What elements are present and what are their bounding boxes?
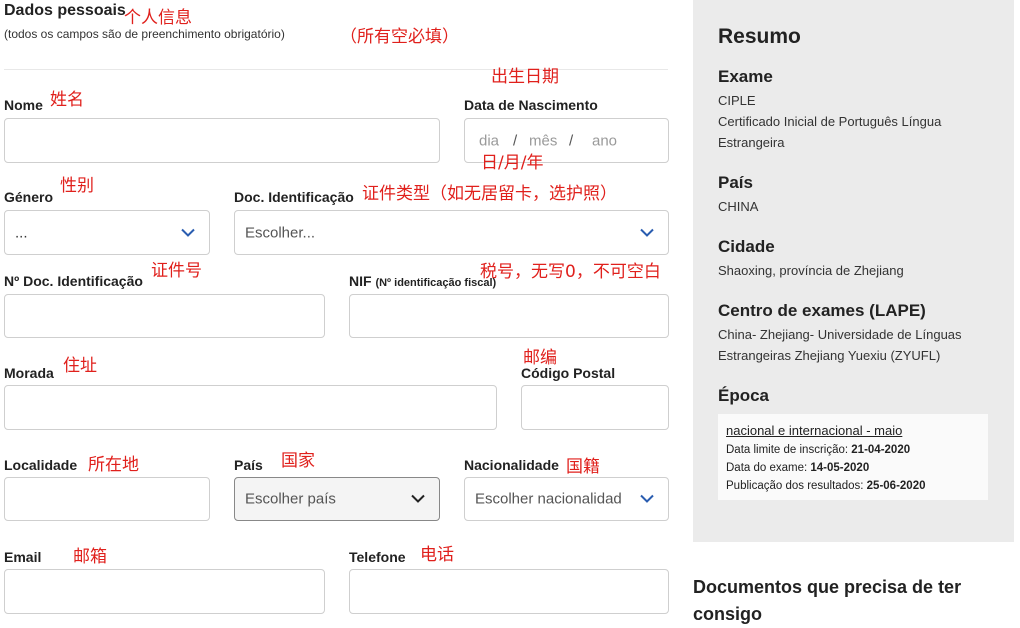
annotation-pais: 国家 — [281, 451, 315, 471]
nacionalidade-label: Nacionalidade — [464, 457, 559, 473]
nif-label: NIF (Nº identificação fiscal) — [349, 273, 497, 289]
annotation-nacionalidade: 国籍 — [566, 457, 600, 477]
genero-label: Género — [4, 189, 54, 205]
annotation-email: 邮箱 — [73, 547, 107, 567]
epoca-link[interactable]: nacional e internacional - maio — [726, 423, 902, 438]
exame-name-line2: Estrangeira — [718, 135, 785, 150]
annotation-morada: 住址 — [63, 356, 97, 376]
annotation-doc: 证件类型（如无居留卡，选护照） — [362, 184, 617, 204]
postal-label: Código Postal — [521, 365, 616, 381]
birthdate-year[interactable]: ano — [592, 132, 617, 149]
cidade-value: Shaoxing, província de Zhejiang — [718, 263, 904, 278]
pais-select[interactable]: Escolher país — [234, 477, 440, 521]
nome-input[interactable] — [4, 118, 440, 163]
chevron-down-icon — [181, 228, 195, 237]
epoca-exam-date: Data do exame: 14-05-2020 — [726, 462, 870, 474]
summary-title: Resumo — [718, 25, 801, 48]
nacionalidade-value: Escolher nacionalidad — [475, 490, 622, 508]
doc-label: Doc. Identificação — [234, 189, 354, 205]
telefone-input[interactable] — [349, 569, 669, 614]
annotation-subtitle: （所有空必填） — [340, 27, 459, 47]
pais-label: País — [234, 457, 263, 473]
pais-heading: País — [718, 173, 753, 192]
annotation-genero: 性别 — [60, 176, 94, 196]
documents-heading: Documentos que precisa de ter consigo — [693, 577, 962, 624]
date-separator: / — [513, 132, 518, 149]
divider — [4, 69, 668, 70]
pais-value: Escolher país — [245, 490, 336, 508]
nascimento-label: Data de Nascimento — [464, 97, 598, 113]
epoca-card: nacional e internacional - maio Data lim… — [718, 414, 988, 500]
morada-input[interactable] — [4, 385, 497, 430]
centro-line2: Estrangeiras Zhejiang Yuexiu (ZYUFL) — [718, 348, 941, 363]
annotation-nif: 税号，无写0，不可空白 — [480, 262, 661, 282]
email-label: Email — [4, 549, 42, 565]
epoca-heading: Época — [718, 386, 770, 405]
annotation-telefone: 电话 — [420, 545, 454, 565]
morada-label: Morada — [4, 365, 54, 381]
epoca-results-date: Publicação dos resultados: 25-06-2020 — [726, 480, 926, 492]
localidade-label: Localidade — [4, 457, 78, 473]
annotation-title: 个人信息 — [124, 8, 192, 28]
nacionalidade-select[interactable]: Escolher nacionalidad — [464, 477, 669, 521]
nif-input[interactable] — [349, 294, 669, 338]
section-title: Dados pessoais — [4, 2, 126, 19]
genero-value: ... — [15, 224, 28, 241]
exame-code: CIPLE — [718, 93, 756, 108]
exame-name-line1: Certificado Inicial de Português Língua — [718, 114, 942, 129]
annotation-doc-number: 证件号 — [151, 261, 202, 281]
chevron-down-icon — [411, 494, 425, 503]
nome-label: Nome — [4, 97, 43, 113]
doc-select[interactable]: Escolher... — [234, 210, 669, 255]
date-separator: / — [569, 132, 574, 149]
genero-select[interactable]: ... — [4, 210, 210, 255]
chevron-down-icon — [640, 494, 654, 503]
email-input[interactable] — [4, 569, 325, 614]
cidade-heading: Cidade — [718, 237, 775, 256]
postal-input[interactable] — [521, 385, 669, 430]
annotation-localidade: 所在地 — [88, 455, 139, 475]
centro-heading: Centro de exames (LAPE) — [718, 301, 926, 320]
annotation-nome: 姓名 — [50, 90, 84, 110]
epoca-deadline: Data limite de inscrição: 21-04-2020 — [726, 444, 911, 456]
localidade-input[interactable] — [4, 477, 210, 521]
birthdate-month[interactable]: mês — [529, 132, 557, 149]
annotation-date-format: 日/月/年 — [481, 153, 544, 173]
exame-heading: Exame — [718, 67, 773, 86]
telefone-label: Telefone — [349, 549, 406, 565]
doc-number-label: Nº Doc. Identificação — [4, 273, 143, 289]
centro-line1: China- Zhejiang- Universidade de Línguas — [718, 327, 962, 342]
birthdate-day[interactable]: dia — [479, 132, 499, 149]
doc-number-input[interactable] — [4, 294, 325, 338]
doc-value: Escolher... — [245, 224, 316, 241]
pais-summary-value: CHINA — [718, 199, 759, 214]
section-subtitle: (todos os campos são de preenchimento ob… — [4, 27, 285, 41]
chevron-down-icon — [640, 228, 654, 237]
annotation-nascimento: 出生日期 — [491, 67, 559, 87]
